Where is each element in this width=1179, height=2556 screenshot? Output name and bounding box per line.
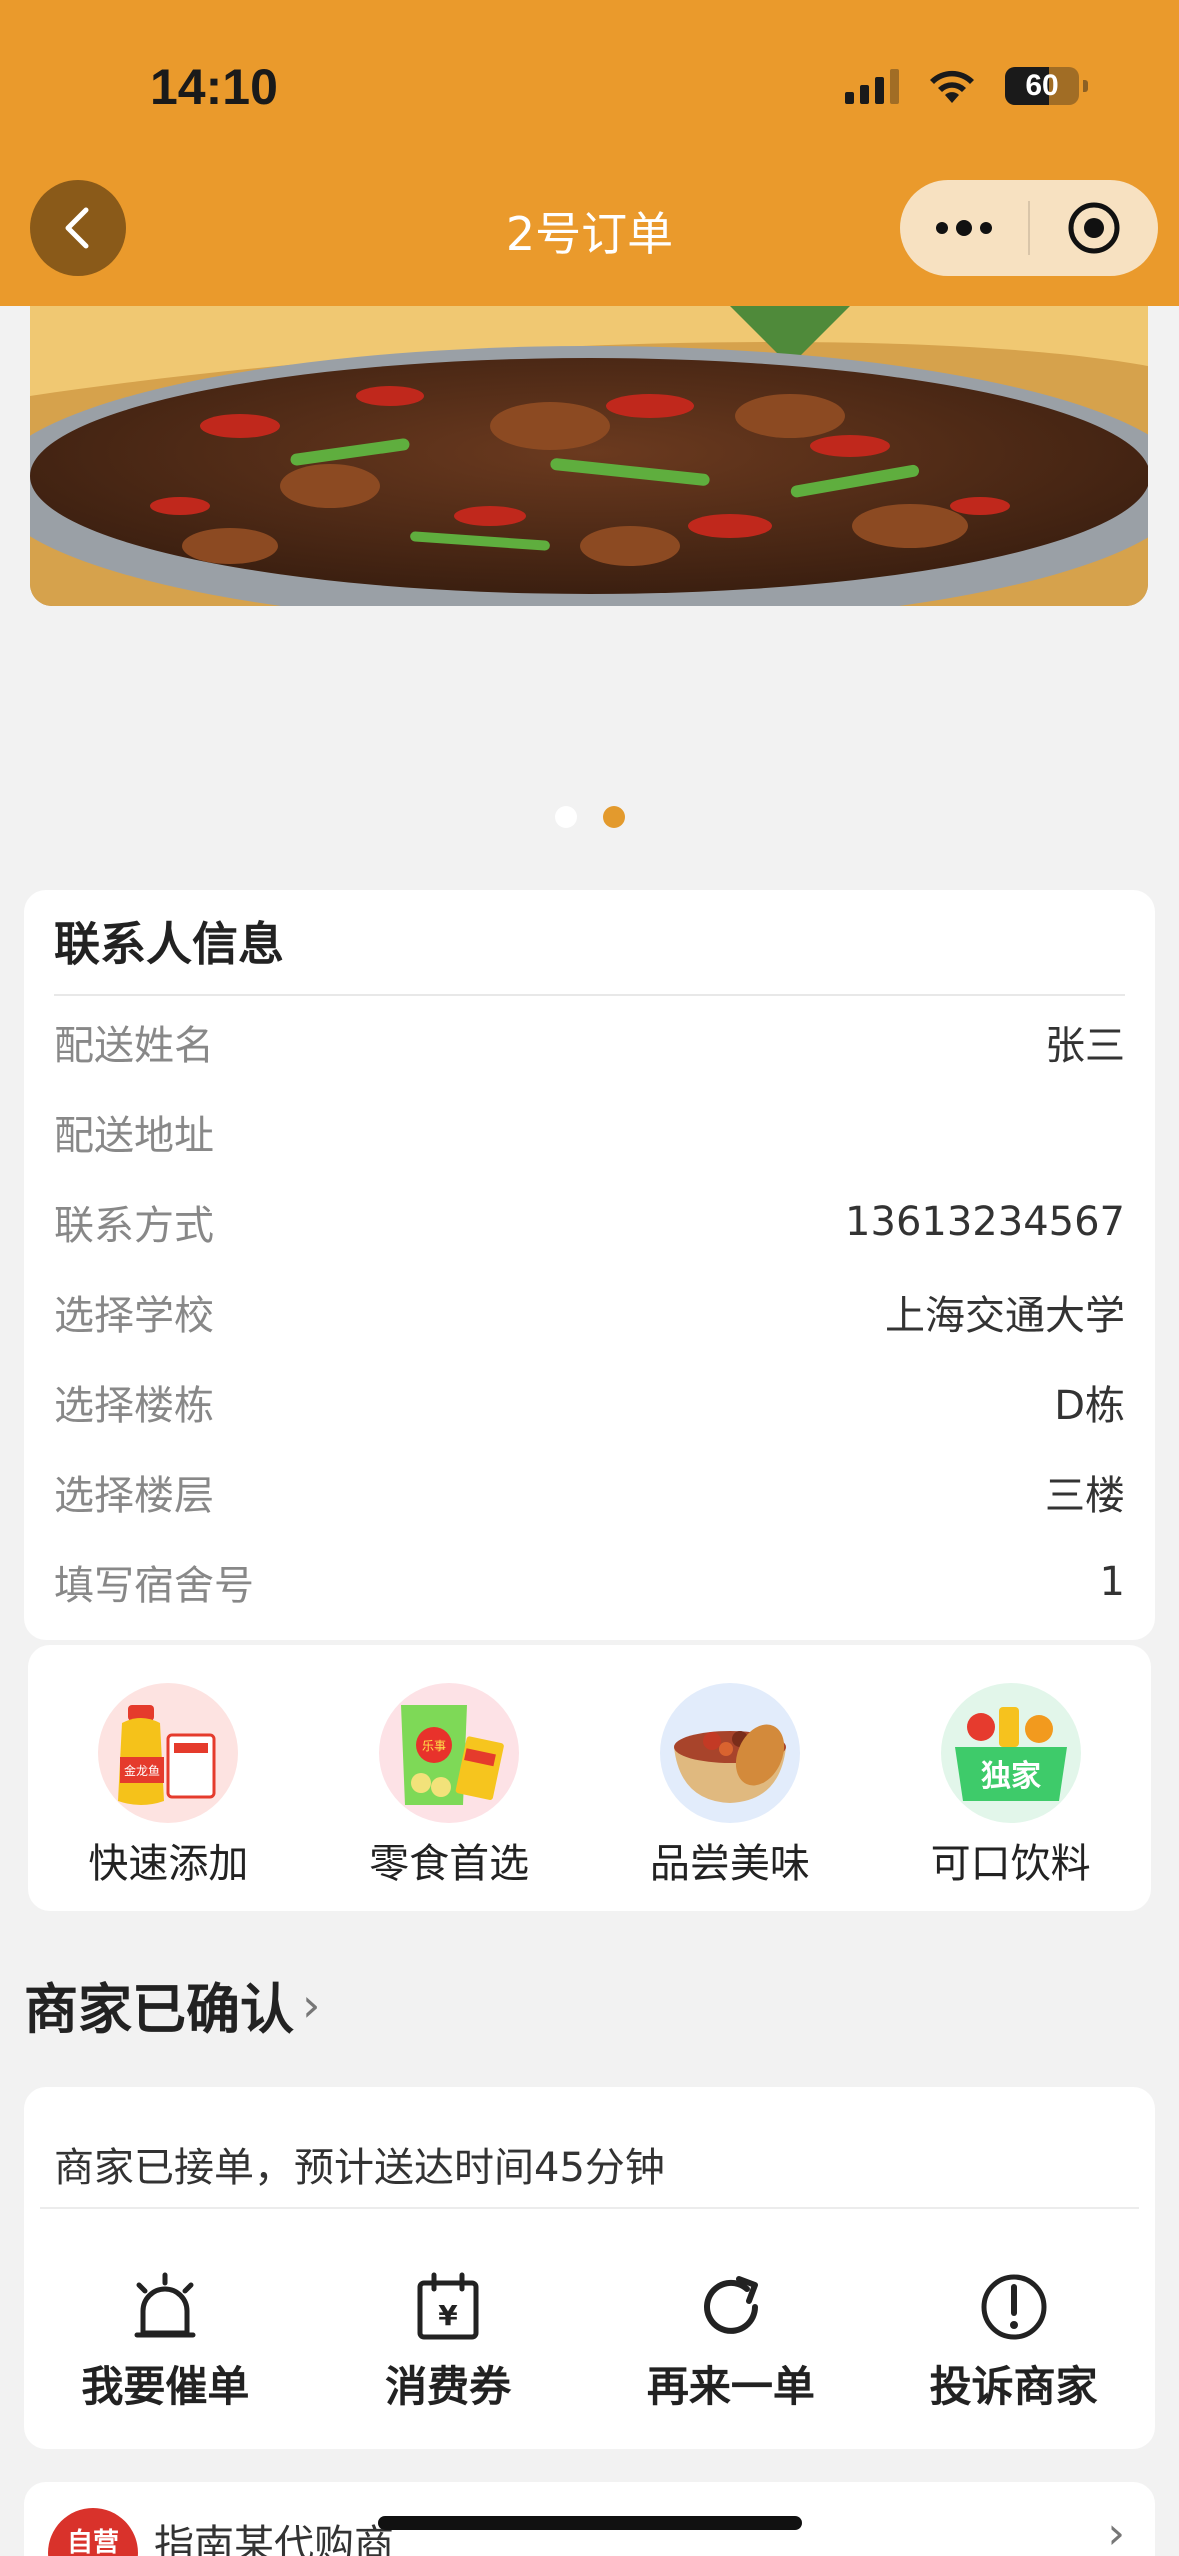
badge-text: 独家 [981,1759,1041,1794]
row-label: 配送地址 [54,1113,214,1159]
logo-text: 金龙鱼 [124,1763,160,1778]
order-status-card: 商家已接单，预计送达时间45分钟 我要催单 ¥ 消费券 再来一单 投诉商家 [24,2087,1155,2449]
status-icons: 60 [845,62,1088,110]
category-tasty-food[interactable]: 品尝美味 [590,1645,871,1911]
contact-row-phone: 联系方式 13613234567 [54,1192,1125,1252]
contact-row-address: 配送地址 [54,1102,1125,1162]
promo-logo-text: 自营 [66,2528,119,2556]
refresh-icon [691,2267,771,2347]
drinks-basket-icon: 独家 [940,1683,1081,1823]
row-label: 选择楼栋 [54,1383,214,1429]
category-shortcuts: 金龙鱼 快速添加 乐事 零食首选 品尝美味 独家 可口饮料 [28,1645,1151,1911]
row-value: 13613234567 [845,1199,1125,1245]
row-value: 张三 [1045,1023,1125,1069]
category-snacks[interactable]: 乐事 零食首选 [309,1645,590,1911]
category-drinks[interactable]: 独家 可口饮料 [870,1645,1151,1911]
logo-text: 乐事 [422,1739,446,1753]
wifi-icon [930,70,974,103]
contact-row-floor: 选择楼层 三楼 [54,1462,1125,1522]
contact-info-card: 联系人信息 配送姓名 张三 配送地址 联系方式 13613234567 选择学校… [24,890,1155,1640]
category-label: 品尝美味 [649,1841,810,1887]
cellular-signal-icon [845,68,899,104]
category-label: 零食首选 [369,1841,530,1887]
reorder-button[interactable]: 再来一单 [590,2267,873,2427]
action-label: 再来一单 [646,2362,815,2411]
contact-row-dorm: 填写宿舍号 1 [54,1552,1125,1612]
row-label: 填写宿舍号 [54,1563,254,1609]
close-miniapp-button[interactable] [1030,180,1158,276]
urge-order-button[interactable]: 我要催单 [24,2267,307,2427]
carousel-dot-active[interactable] [602,806,625,828]
divider [54,994,1125,996]
food-pan-image [30,306,1148,606]
row-label: 配送姓名 [54,1023,214,1069]
chips-bag-icon: 乐事 [379,1683,520,1823]
target-circle-icon [1068,202,1120,254]
contact-row-name: 配送姓名 张三 [54,1012,1125,1072]
battery-icon: 60 [1005,67,1088,105]
carousel-indicator [0,806,1179,828]
row-value: D栋 [1054,1383,1125,1429]
row-label: 选择楼层 [54,1473,214,1519]
order-actions: 我要催单 ¥ 消费券 再来一单 投诉商家 [24,2267,1155,2427]
order-status-message: 商家已接单，预计送达时间45分钟 [54,2145,665,2191]
status-time: 14:10 [150,59,278,115]
row-value: 上海交通大学 [885,1293,1125,1339]
contact-row-building: 选择楼栋 D栋 [54,1372,1125,1432]
oil-bottle-icon: 金龙鱼 [98,1683,239,1823]
order-status-heading[interactable]: 商家已确认 › [24,1965,320,2044]
action-label: 我要催单 [81,2362,250,2411]
row-label: 选择学校 [54,1293,214,1339]
row-label: 联系方式 [54,1203,214,1249]
contact-row-school: 选择学校 上海交通大学 [54,1282,1125,1342]
category-label: 快速添加 [88,1841,249,1887]
alarm-icon [125,2267,205,2347]
coupon-button[interactable]: ¥ 消费券 [307,2267,590,2427]
coupon-calendar-icon: ¥ [408,2267,488,2347]
action-label: 消费券 [385,2362,512,2411]
order-status-title: 商家已确认 [24,1978,294,2041]
more-button[interactable] [900,180,1028,276]
contact-card-title: 联系人信息 [54,917,284,971]
complain-merchant-button[interactable]: 投诉商家 [872,2267,1155,2427]
carousel-banner-image[interactable] [30,306,1148,606]
promo-text: 指南某代购商 [154,2522,394,2556]
home-indicator [378,2516,802,2530]
chevron-right-icon: › [302,1977,321,2032]
row-value: 三楼 [1045,1473,1125,1519]
action-label: 投诉商家 [929,2362,1098,2411]
category-label: 可口饮料 [930,1841,1091,1887]
svg-text:¥: ¥ [438,2299,458,2332]
mini-program-capsule [900,180,1158,276]
header-bar: 14:10 60 2号订单 [0,0,1179,306]
exclamation-icon [974,2267,1054,2347]
category-quick-add[interactable]: 金龙鱼 快速添加 [28,1645,309,1911]
promo-logo: 自营 [48,2508,138,2556]
battery-level: 60 [1025,69,1059,102]
food-bowl-icon [659,1683,800,1823]
row-value: 1 [1099,1559,1125,1605]
carousel-dot[interactable] [554,806,577,828]
divider [40,2207,1139,2209]
chevron-right-icon: › [1107,2508,1125,2556]
more-dots-icon [936,220,992,236]
